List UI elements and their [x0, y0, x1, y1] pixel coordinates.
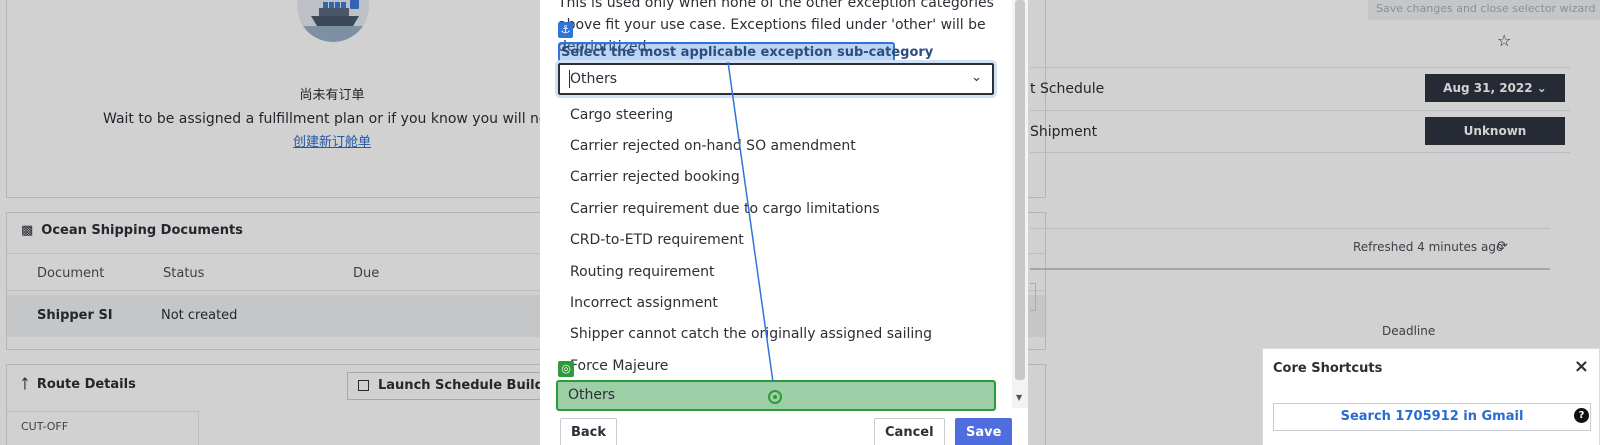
scroll-down-icon[interactable]: ▼ [1016, 393, 1022, 402]
close-icon[interactable]: × [1574, 356, 1589, 377]
cancel-button[interactable]: Cancel [874, 418, 945, 445]
core-shortcuts-panel: Core Shortcuts × Search 1705912 in Gmail… [1262, 348, 1600, 445]
crosshair-icon [768, 390, 782, 404]
help-icon[interactable]: ? [1574, 408, 1589, 423]
back-button[interactable]: Back [560, 418, 618, 445]
shortcuts-title: Core Shortcuts [1273, 361, 1383, 376]
drag-connector-line [727, 61, 774, 383]
exception-modal: This is used only when none of the other… [540, 0, 1028, 445]
save-button[interactable]: Save [955, 418, 1013, 445]
scrollbar-thumb[interactable] [1015, 0, 1025, 380]
search-gmail-button[interactable]: Search 1705912 in Gmail [1273, 403, 1591, 431]
